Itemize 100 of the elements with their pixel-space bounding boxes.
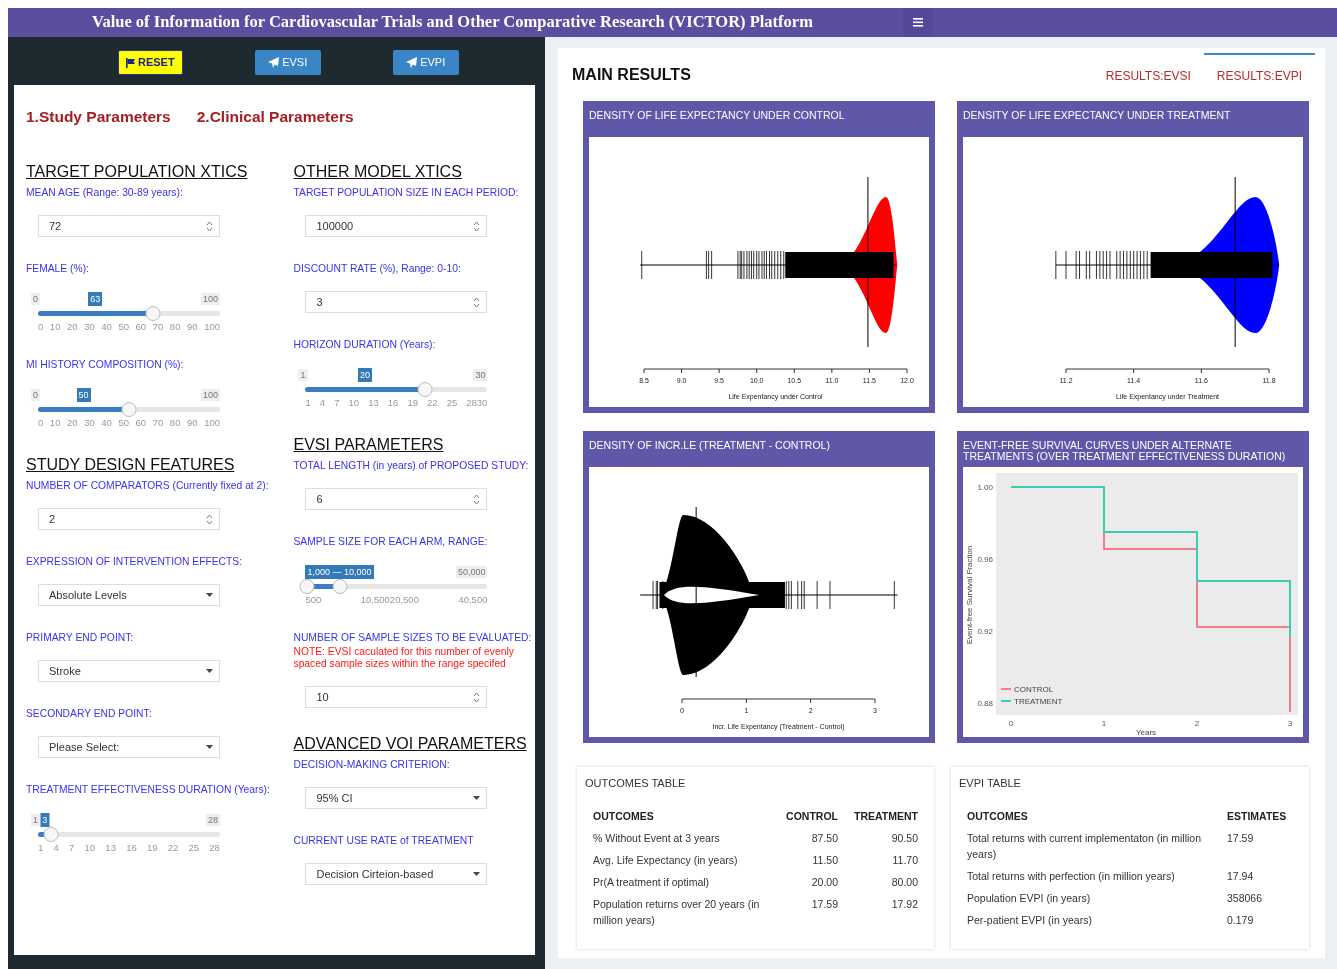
tick-label: 100	[204, 417, 220, 430]
field-label: TARGET POPULATION SIZE IN EACH PERIOD:	[293, 187, 520, 200]
tick-label: 25	[446, 397, 458, 410]
tab-link[interactable]: 1.Study Parameters	[26, 105, 171, 129]
card-title: DENSITY OF LIFE EXPECTANCY UNDER TREATMENT	[963, 108, 1232, 123]
column-header: TREATMENT	[846, 805, 926, 828]
table-cell: % Without Event at 3 years	[585, 827, 779, 850]
table-cell: Avg. Life Expectancy (in years)	[585, 849, 779, 872]
spinner-icon	[206, 220, 213, 232]
field-label: MEAN AGE (Range: 30-89 years):	[26, 187, 184, 200]
note-text: NOTE: EVSI caculated for this number of evenly spaced sample sizes within the range specifed	[293, 646, 515, 671]
tick-label: 0	[1008, 719, 1014, 728]
tick-label: 28	[209, 842, 220, 855]
field-label: NUMBER OF COMPARATORS (Currently fixed at 2):	[26, 480, 270, 493]
table-cell: Total returns with perfection (in million years)	[959, 865, 1219, 888]
field-label: PRIMARY END POINT:	[26, 632, 135, 645]
tick-label: 4	[53, 842, 59, 855]
tick-label: 80	[169, 417, 181, 430]
spinner-icon	[473, 691, 481, 703]
min-label: 0	[31, 293, 40, 306]
max-label: 30	[473, 369, 488, 382]
slider-handle[interactable]	[417, 382, 433, 398]
table-cell: 80.00	[846, 871, 926, 894]
tick-label: 10	[348, 397, 360, 410]
table-cell: 17.59	[1219, 827, 1301, 866]
number-field[interactable]: 2	[38, 508, 220, 531]
min-label: 0	[31, 389, 40, 402]
tick-label: 10	[84, 842, 96, 855]
number-field[interactable]: 3	[305, 291, 488, 314]
field-label: TOTAL LENGTH (in years) of PROPOSED STUDY:	[293, 460, 530, 473]
slider-handle[interactable]	[145, 306, 161, 322]
dropdown[interactable]: 95% CI	[305, 787, 488, 810]
send-button[interactable]: EVSI	[254, 50, 321, 75]
slider-handle[interactable]	[43, 827, 59, 843]
tick-label: 4	[319, 397, 326, 410]
results-tab[interactable]: RESULTS:EVSI	[1092, 52, 1204, 97]
column-header: OUTCOMES	[959, 805, 1219, 828]
spinner-icon	[473, 493, 481, 505]
number-field[interactable]: 6	[305, 488, 488, 511]
slider-handle[interactable]	[299, 579, 315, 595]
number-field[interactable]: 10	[305, 686, 488, 709]
table-cell: 0.179	[1219, 909, 1301, 932]
reset-button[interactable]: RESET	[118, 50, 183, 75]
app-title: Value of Information for Cardiovascular Trials and Other Comparative Research (VICTOR) Platform	[92, 11, 813, 34]
table-cell: 358066	[1219, 887, 1301, 910]
field-label: SECONDARY END POINT:	[26, 708, 153, 721]
tick-label: 30	[84, 417, 95, 430]
number-field[interactable]: 72	[38, 215, 220, 238]
max-label: 28	[206, 814, 220, 827]
tick-label: 13	[105, 842, 116, 855]
tab-link[interactable]: 2.Clinical Parameters	[196, 105, 354, 129]
tick-label: 7	[69, 842, 75, 855]
tick-label: 40,500	[458, 594, 488, 607]
field-label: EXPRESSION OF INTERVENTION EFFECTS:	[26, 556, 244, 569]
max-label: 50,000	[455, 566, 488, 579]
column-header: OUTCOMES	[585, 805, 779, 828]
menu-icon	[912, 18, 923, 27]
tick-label: 0	[38, 417, 44, 430]
results-tab[interactable]: RESULTS:EVPI	[1203, 52, 1315, 97]
tick-label: 10	[49, 321, 61, 334]
value-label: 20	[358, 368, 373, 383]
send-button[interactable]: EVPI	[392, 50, 459, 75]
paper-plane-icon	[268, 57, 280, 68]
tick-label: 19	[146, 842, 158, 855]
tick-label: 0.88	[977, 699, 993, 708]
tick-label: 30	[84, 321, 95, 334]
tick-label: 10,50020,500	[360, 594, 419, 607]
tick-label: 20	[67, 321, 78, 334]
min-label: 1	[31, 814, 40, 827]
caret-icon	[206, 745, 213, 750]
tick-label: 20	[67, 417, 78, 430]
table-cell: 20.00	[778, 871, 847, 894]
number-field[interactable]: 100000	[305, 215, 488, 238]
dropdown[interactable]: Decision Cirteion-based	[305, 863, 488, 886]
tick-label: 22	[167, 842, 179, 855]
section-heading: EVSI PARAMETERS	[293, 435, 445, 456]
slider-handle[interactable]	[121, 402, 137, 418]
dropdown[interactable]: Please Select:	[38, 736, 220, 759]
max-label: 100	[200, 293, 220, 306]
tick-label: 19	[407, 397, 418, 410]
tick-label: 1	[1101, 719, 1107, 728]
field-label: DECISION-MAKING CRITERION:	[293, 759, 451, 772]
column-header: CONTROL	[778, 805, 847, 828]
field-label: MI HISTORY COMPOSITION (%):	[26, 359, 185, 372]
tick-label: 70	[152, 321, 164, 334]
tick-label: 1.00	[977, 483, 993, 492]
tick-label: 50	[118, 417, 129, 430]
table-cell: Total returns with current implementaton (in million years)	[959, 827, 1219, 866]
caret-icon	[206, 669, 213, 674]
tick-label: 80	[169, 321, 181, 334]
dropdown[interactable]: Stroke	[38, 660, 220, 683]
flag-icon	[126, 57, 135, 68]
slider-handle[interactable]	[332, 579, 348, 595]
tick-label: 3	[1287, 719, 1293, 728]
tick-label: 22	[427, 397, 438, 410]
table-cell: Per-patient EVPI (in years)	[959, 909, 1219, 932]
dropdown[interactable]: Absolute Levels	[38, 584, 220, 607]
menu-button[interactable]	[902, 8, 933, 37]
tick-label: 40	[101, 417, 112, 430]
axis-title: Years	[1135, 728, 1157, 737]
